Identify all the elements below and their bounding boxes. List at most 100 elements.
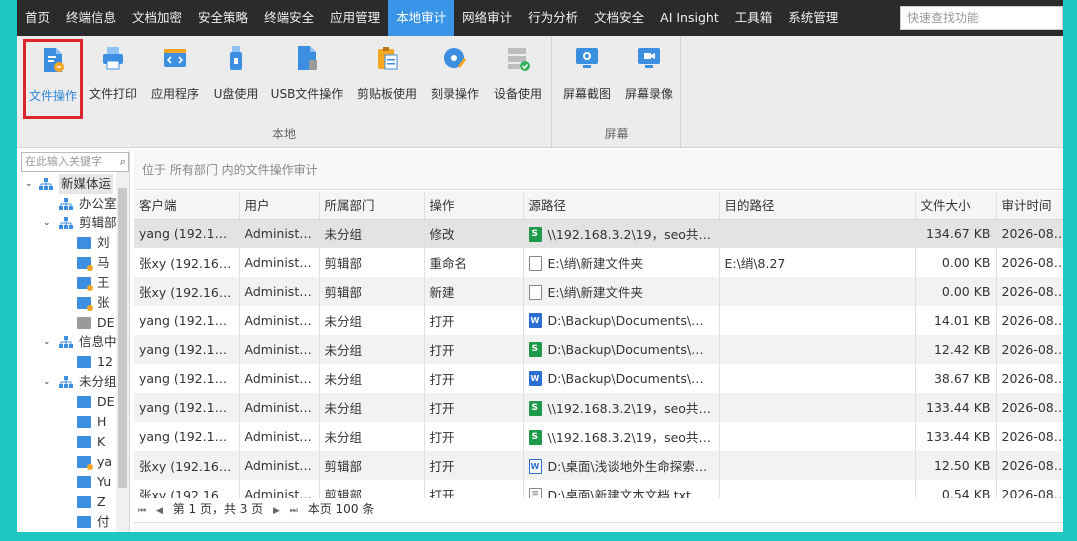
nav-behavior-analysis[interactable]: 行为分析 xyxy=(520,0,586,36)
nav-security-policy[interactable]: 安全策略 xyxy=(190,0,256,36)
nav-home[interactable]: 首页 xyxy=(17,0,58,36)
cell-op: 修改 xyxy=(424,219,524,248)
file-print-label: 文件打印 xyxy=(88,87,137,101)
search-icon[interactable]: ⌕ xyxy=(120,153,126,171)
tree-node-label: 剪辑部 xyxy=(79,215,117,230)
file-operation-button[interactable]: 文件操作 xyxy=(23,39,83,119)
org-icon xyxy=(39,178,53,190)
column-header-operation[interactable]: 操作 xyxy=(424,191,524,220)
computer-icon xyxy=(77,476,91,488)
screen-record-button[interactable]: 屏幕录像 xyxy=(619,40,679,114)
cell-client: yang (192.168.... xyxy=(134,393,240,422)
table-row[interactable]: 张xy (192.168.... Administr... 剪辑部 新建 E:\绡\新建… xyxy=(134,277,1063,306)
table-row[interactable]: yang (192.168....Administr...未分组打开 D:\Bac… xyxy=(134,364,1063,393)
usb-file-operation-button[interactable]: USB文件操作 xyxy=(267,40,347,114)
cell-op: 重命名 xyxy=(424,248,524,277)
next-page-button[interactable]: ▶ xyxy=(273,506,280,516)
collapse-icon[interactable]: ⌄ xyxy=(43,372,53,392)
nav-system-management[interactable]: 系统管理 xyxy=(780,0,846,36)
table-row[interactable]: yang (192.168....Administr...未分组打开 D:\Bac… xyxy=(134,335,1063,364)
file-type-icon xyxy=(528,430,542,445)
quick-search-input[interactable]: 快速查找功能 xyxy=(900,6,1063,30)
table-row[interactable]: yang (192.168....Administr...未分组打开 D:\Bac… xyxy=(134,306,1063,335)
device-usage-button[interactable]: 设备使用 xyxy=(489,40,547,114)
printer-icon xyxy=(103,47,123,70)
collapse-icon[interactable]: ⌄ xyxy=(43,332,53,352)
tree-scrollbar[interactable] xyxy=(116,172,129,532)
computer-icon xyxy=(77,416,91,428)
source-path-text: D:\Backup\Documents\WX... xyxy=(547,313,719,328)
org-icon xyxy=(59,217,73,229)
computer-icon xyxy=(77,496,91,508)
table-row[interactable]: 张xy (192.168.... Administr... 剪辑部 重命名 E:\绡\新… xyxy=(134,248,1063,277)
usb-drive-icon xyxy=(230,46,242,70)
nav-local-audit[interactable]: 本地审计 xyxy=(388,0,455,36)
column-header-file-size[interactable]: 文件大小 xyxy=(915,191,997,220)
tree-node-label: 未分组 xyxy=(79,374,117,389)
video-monitor-icon xyxy=(638,48,660,68)
computer-icon xyxy=(77,237,91,249)
tree-node-label: 付 xyxy=(97,514,110,529)
nav-doc-security[interactable]: 文档安全 xyxy=(586,0,652,36)
file-print-button[interactable]: 文件打印 xyxy=(87,40,139,114)
cell-time: 2026-08-27 xyxy=(996,451,1063,480)
table-row[interactable]: yang (192.168....Administr...未分组打开 \\192.… xyxy=(134,422,1063,451)
pagination-bar: ⏮ ◀ 第 1 页，共 3 页 ▶ ⏭ 本页 100 条 xyxy=(134,498,1063,520)
column-header-source-path[interactable]: 源路径 xyxy=(523,191,720,220)
file-type-icon xyxy=(528,285,542,300)
tree-node-label: 信息中 xyxy=(79,334,117,349)
burn-operation-button[interactable]: 刻录操作 xyxy=(425,40,485,114)
clipboard-usage-button[interactable]: 剪贴板使用 xyxy=(353,40,421,114)
tree-node-label: Yu xyxy=(97,474,112,489)
department-tree: 在此输入关键字 ⌕ ⌄ 新媒体运 办公室 ⌄ 剪辑部 刘 马 王 张 DE ⌄ … xyxy=(17,150,130,532)
column-header-department[interactable]: 所属部门 xyxy=(319,191,425,220)
detail-panel-edge xyxy=(134,522,1063,532)
screenshot-button[interactable]: 屏幕截图 xyxy=(557,40,617,114)
collapse-icon[interactable]: ⌄ xyxy=(25,174,35,194)
cell-dst xyxy=(719,277,916,306)
cell-size: 133.44 KB xyxy=(915,422,997,451)
column-header-audit-time[interactable]: 审计时间 xyxy=(996,191,1063,220)
disc-burn-icon xyxy=(444,48,466,68)
tree-node-label: 马 xyxy=(97,255,110,270)
nav-toolbox[interactable]: 工具箱 xyxy=(727,0,781,36)
tree-node-label: ya xyxy=(97,454,113,469)
table-row[interactable]: yang (192.168....Administr...未分组修改 \\192.… xyxy=(134,219,1063,248)
tree-node-label: 办公室 xyxy=(79,196,117,211)
nav-ai-insight[interactable]: AI Insight xyxy=(652,0,727,36)
table-header: 客户端 用户 所属部门 操作 源路径 目的路径 文件大小 审计时间 xyxy=(134,191,1063,220)
cell-size: 14.01 KB xyxy=(915,306,997,335)
tree-search-input[interactable]: 在此输入关键字 ⌕ xyxy=(21,152,129,172)
tree-search-placeholder: 在此输入关键字 xyxy=(25,155,102,168)
nav-network-audit[interactable]: 网络审计 xyxy=(454,0,520,36)
tree-node-label: 刘 xyxy=(97,235,110,250)
cell-dept: 未分组 xyxy=(319,422,425,451)
nav-doc-encryption[interactable]: 文档加密 xyxy=(124,0,190,36)
cell-src: \\192.168.3.2\19，seo共享... xyxy=(523,219,720,248)
collapse-icon[interactable]: ⌄ xyxy=(43,213,53,233)
table-row[interactable]: 张xy (192.168....Administr...剪辑部打开 D:\桌面\浅… xyxy=(134,451,1063,480)
last-page-button[interactable]: ⏭ xyxy=(290,506,298,516)
source-path-text: D:\Backup\Documents\WX... xyxy=(547,342,719,357)
nav-app-management[interactable]: 应用管理 xyxy=(322,0,388,36)
cell-dst xyxy=(719,364,916,393)
application-button[interactable]: 应用程序 xyxy=(145,40,205,114)
column-header-client[interactable]: 客户端 xyxy=(134,191,240,220)
column-header-destination-path[interactable]: 目的路径 xyxy=(719,191,916,220)
nav-terminal-info[interactable]: 终端信息 xyxy=(58,0,124,36)
cell-src: E:\绡\新建文件夹 xyxy=(523,248,720,277)
main-panel: 位于 所有部门 内的文件操作审计 客户端 用户 所属部门 操作 源路径 目的路径… xyxy=(134,150,1063,532)
nav-terminal-security[interactable]: 终端安全 xyxy=(256,0,322,36)
usb-usage-button[interactable]: U盘使用 xyxy=(209,40,263,114)
cell-user: Administr... xyxy=(239,393,320,422)
table-row[interactable]: yang (192.168....Administr...未分组打开 \\192.… xyxy=(134,393,1063,422)
file-operation-label: 文件操作 xyxy=(28,89,77,103)
prev-page-button[interactable]: ◀ xyxy=(156,506,163,516)
cell-client: yang (192.168.... xyxy=(134,219,240,248)
file-type-icon xyxy=(528,459,542,474)
tree-scrollbar-thumb[interactable] xyxy=(118,188,127,488)
cell-client: 张xy (192.168.... xyxy=(134,277,240,306)
column-header-user[interactable]: 用户 xyxy=(239,191,320,220)
cell-user: Administr... xyxy=(239,306,320,335)
first-page-button[interactable]: ⏮ xyxy=(138,506,146,516)
